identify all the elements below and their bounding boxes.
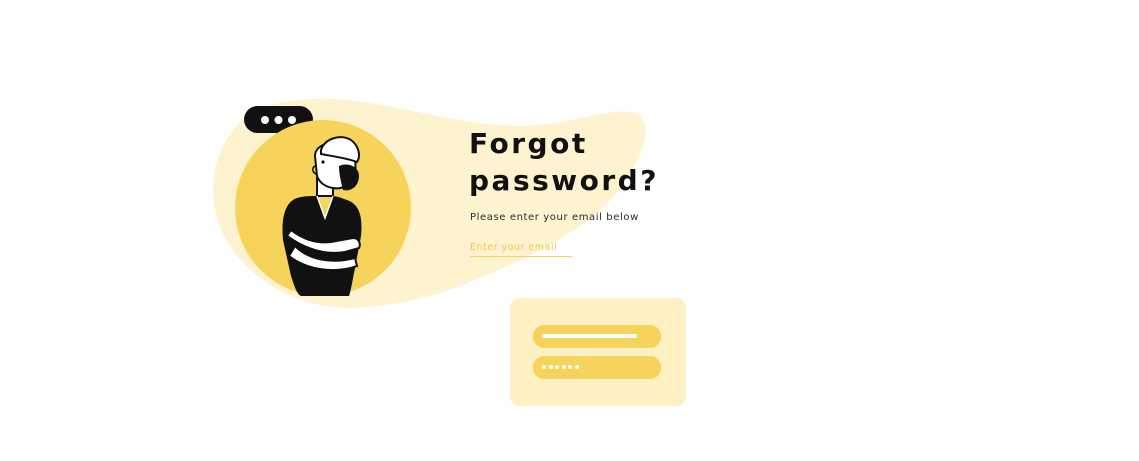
- password-dot: [542, 365, 546, 369]
- password-field-illustration: [533, 356, 661, 379]
- password-dots: [542, 365, 581, 370]
- thinking-person-illustration: [235, 120, 411, 296]
- email-input[interactable]: [470, 238, 572, 257]
- username-field-illustration: [533, 325, 661, 348]
- title-line-2: password?: [469, 164, 659, 197]
- password-dot: [568, 365, 572, 369]
- password-dot: [574, 365, 579, 369]
- password-dot: [555, 365, 559, 369]
- login-card-illustration: [510, 298, 686, 406]
- text-line: [542, 334, 637, 338]
- password-dot: [548, 365, 553, 369]
- password-dot: [561, 365, 566, 369]
- title-line-1: Forgot: [469, 127, 588, 160]
- forgot-password-page: Forgot password? Please enter your email…: [0, 0, 1139, 461]
- instruction-text: Please enter your email below: [470, 212, 639, 223]
- page-title: Forgot password?: [469, 125, 669, 199]
